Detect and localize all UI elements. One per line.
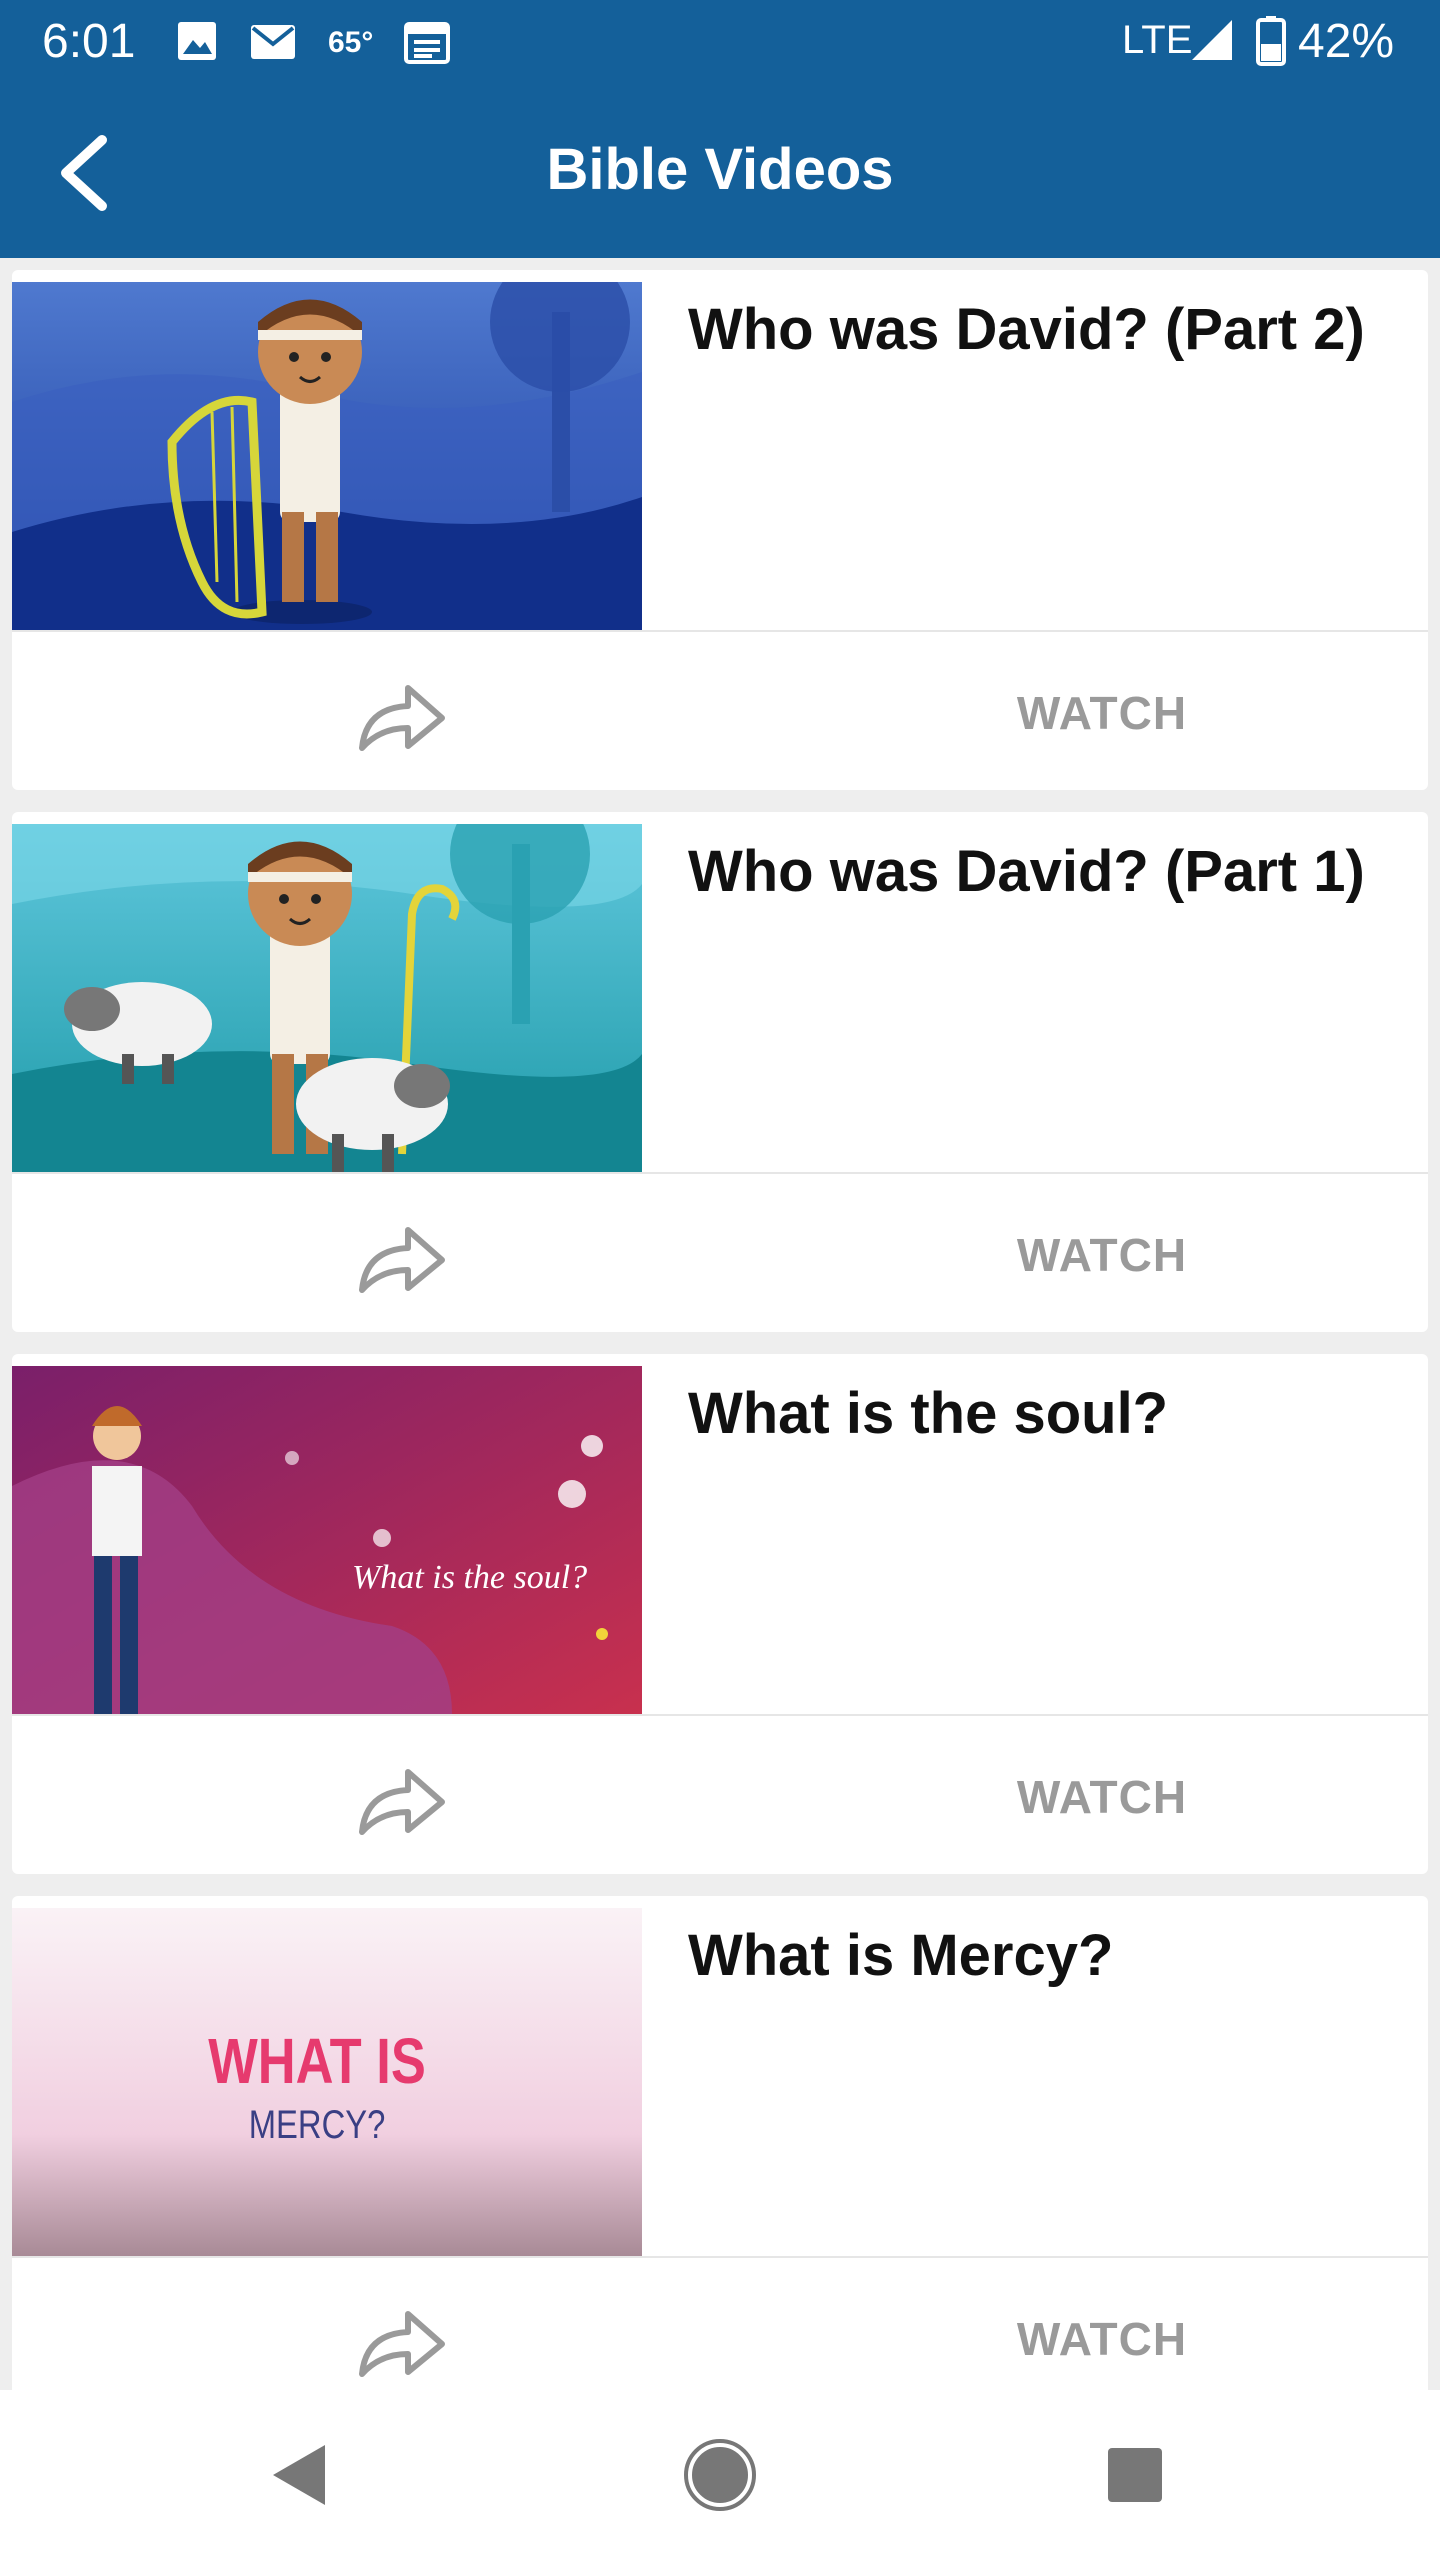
mail-icon xyxy=(251,25,295,59)
status-time: 6:01 xyxy=(42,15,136,68)
video-title: Who was David? (Part 2) xyxy=(688,297,1365,362)
status-temperature: 65° xyxy=(328,26,374,59)
video-title: What is Mercy? xyxy=(688,1923,1114,1988)
thumbnail-caption: What is the soul? xyxy=(352,1559,587,1596)
image-icon xyxy=(178,22,216,60)
video-list: Who was David? (Part 2) WATCH Who was Da… xyxy=(0,258,1440,2390)
watch-button[interactable]: WATCH xyxy=(952,686,1252,740)
share-arrow-icon[interactable] xyxy=(352,670,452,760)
share-arrow-icon[interactable] xyxy=(352,1212,452,1302)
watch-button[interactable]: WATCH xyxy=(952,1228,1252,1282)
watch-button[interactable]: WATCH xyxy=(952,1770,1252,1824)
thumbnail-caption-line1: WHAT IS xyxy=(208,2026,426,2097)
signal-icon xyxy=(1192,20,1232,60)
thumbnail-caption-line2: MERCY? xyxy=(249,2102,386,2147)
divider xyxy=(12,2256,1428,2258)
video-card: What is the soul? What is the soul? WATC… xyxy=(12,1354,1428,1874)
home-circle-icon[interactable] xyxy=(675,2430,765,2520)
calendar-icon xyxy=(404,22,450,64)
watch-button[interactable]: WATCH xyxy=(952,2312,1252,2366)
video-thumbnail[interactable] xyxy=(12,824,642,1172)
system-nav-bar xyxy=(0,2390,1440,2560)
video-card: Who was David? (Part 1) WATCH xyxy=(12,812,1428,1332)
page-title: Bible Videos xyxy=(546,137,894,202)
recents-square-icon[interactable] xyxy=(1090,2430,1180,2520)
video-card: WHAT IS MERCY? What is Mercy? WATCH xyxy=(12,1896,1428,2390)
video-thumbnail[interactable] xyxy=(12,282,642,630)
video-thumbnail[interactable]: WHAT IS MERCY? xyxy=(12,1908,642,2256)
video-thumbnail[interactable]: What is the soul? xyxy=(12,1366,642,1714)
divider xyxy=(12,1714,1428,1716)
back-triangle-icon[interactable] xyxy=(255,2430,345,2520)
status-bar: 6:01 65° LTE 42% xyxy=(0,0,1440,84)
share-arrow-icon[interactable] xyxy=(352,1754,452,1844)
video-title: What is the soul? xyxy=(688,1381,1169,1446)
divider xyxy=(12,1172,1428,1174)
app-bar: Bible Videos xyxy=(0,84,1440,258)
share-arrow-icon[interactable] xyxy=(352,2296,452,2386)
status-network: LTE xyxy=(1122,18,1193,62)
divider xyxy=(12,630,1428,632)
battery-icon xyxy=(1256,16,1286,66)
video-card: Who was David? (Part 2) WATCH xyxy=(12,270,1428,790)
video-title: Who was David? (Part 1) xyxy=(688,839,1365,904)
status-battery: 42% xyxy=(1298,15,1395,68)
